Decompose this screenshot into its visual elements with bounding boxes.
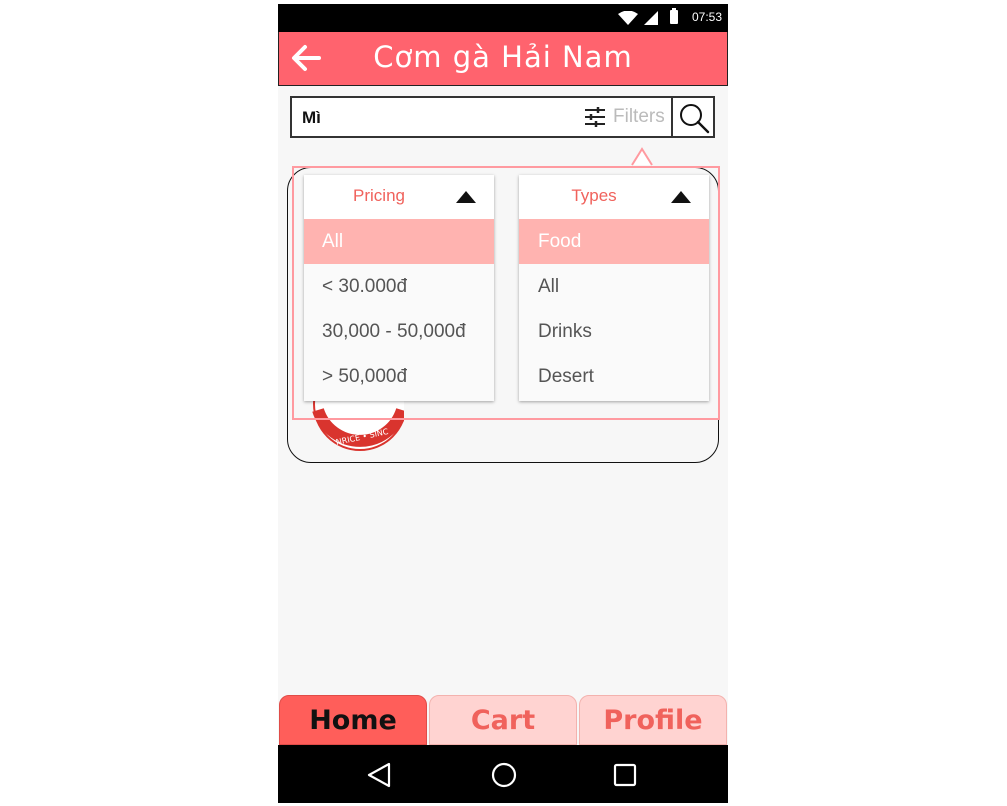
status-time: 07:53 xyxy=(691,10,722,24)
back-triangle-icon[interactable] xyxy=(366,762,392,788)
pricing-dropdown-header[interactable]: Pricing xyxy=(304,175,494,219)
types-dropdown-header[interactable]: Types xyxy=(519,175,709,219)
home-circle-icon[interactable] xyxy=(491,762,517,788)
signal-icon xyxy=(644,11,658,25)
android-nav-bar xyxy=(278,745,728,803)
search-icon xyxy=(680,104,710,134)
search-input[interactable] xyxy=(300,104,564,132)
pricing-option[interactable]: < 30.000đ xyxy=(304,264,494,309)
filters-label: Filters xyxy=(613,106,665,127)
caret-up-icon xyxy=(456,191,476,203)
status-bar: 07:53 xyxy=(278,4,728,32)
types-option[interactable]: All xyxy=(519,264,709,309)
filter-pointer-icon xyxy=(631,147,653,166)
pricing-option[interactable]: All xyxy=(304,219,494,264)
types-option[interactable]: Food xyxy=(519,219,709,264)
filter-panel: Pricing All < 30.000đ 30,000 - 50,000đ >… xyxy=(292,166,720,420)
battery-icon xyxy=(670,8,678,24)
types-option[interactable]: Drinks xyxy=(519,309,709,354)
wifi-icon xyxy=(618,11,638,25)
sliders-icon xyxy=(585,107,605,127)
types-label: Types xyxy=(571,186,617,205)
pricing-label: Pricing xyxy=(353,186,405,205)
types-dropdown: Types Food All Drinks Desert xyxy=(519,175,709,401)
recents-square-icon[interactable] xyxy=(612,762,638,788)
pricing-dropdown: Pricing All < 30.000đ 30,000 - 50,000đ >… xyxy=(304,175,494,401)
pricing-option[interactable]: 30,000 - 50,000đ xyxy=(304,309,494,354)
pricing-option[interactable]: > 50,000đ xyxy=(304,354,494,399)
search-bar: Filters xyxy=(290,96,715,138)
tab-profile[interactable]: Profile xyxy=(579,695,727,745)
types-option[interactable]: Desert xyxy=(519,354,709,399)
phone-screen: 07:53 Cơm gà Hải Nam Filters xyxy=(278,4,728,803)
caret-up-icon xyxy=(671,191,691,203)
page-title: Cơm gà Hải Nam xyxy=(373,40,633,74)
tab-cart[interactable]: Cart xyxy=(429,695,577,745)
tab-home[interactable]: Home xyxy=(279,695,427,745)
app-header: Cơm gà Hải Nam xyxy=(278,32,728,86)
bottom-tab-bar: Home Cart Profile xyxy=(278,695,728,745)
search-button[interactable] xyxy=(671,96,715,138)
